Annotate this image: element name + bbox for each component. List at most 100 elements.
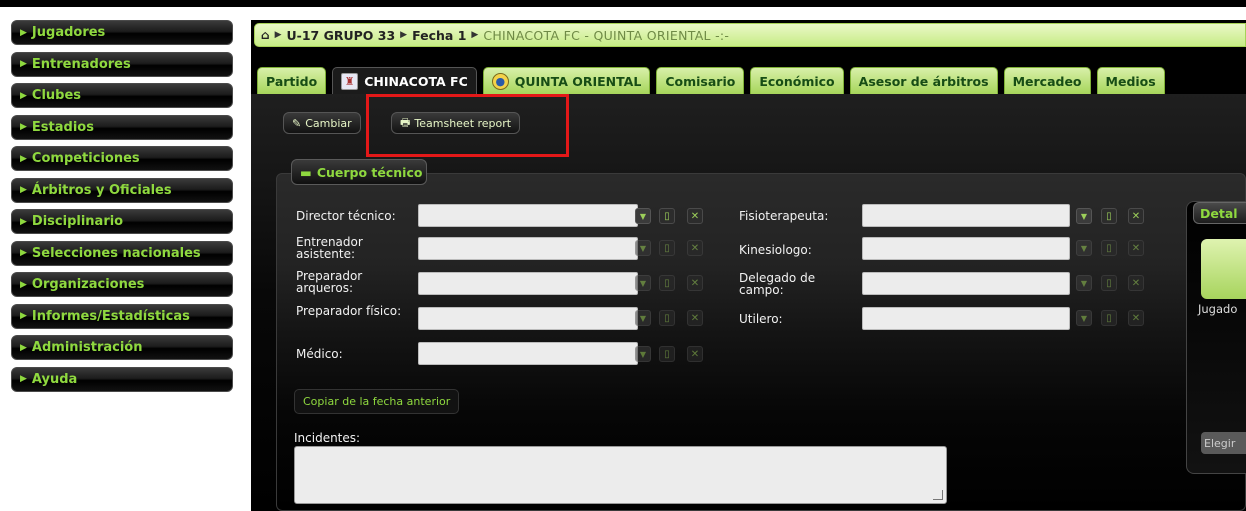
medico-clear-icon[interactable]: ✕ — [687, 346, 703, 362]
caret-right-icon: ▶ — [20, 59, 27, 69]
entrenador-input[interactable] — [418, 237, 638, 260]
sidebar-item-estadios[interactable]: ▶ Estadios — [11, 114, 233, 140]
resize-grip-icon[interactable] — [933, 490, 943, 500]
caret-right-icon: ▶ — [20, 216, 27, 227]
director-clear-icon[interactable]: ✕ — [687, 208, 703, 224]
breadcrumb-separator-icon: ▶ — [274, 30, 282, 40]
elegir-label: Elegir — [1204, 436, 1236, 450]
director-label: Director técnico: — [296, 209, 396, 223]
preparador-fisico-input[interactable] — [418, 307, 638, 330]
sidebar-item-label: Jugadores — [31, 25, 106, 40]
sidebar-item-competiciones[interactable]: ▶ Competiciones — [11, 146, 233, 171]
preparador-fisico-dropdown-icon[interactable]: ▼ — [635, 310, 651, 326]
entrenador-clear-icon[interactable]: ✕ — [687, 240, 703, 256]
minus-icon: ▬ — [300, 164, 312, 180]
delegado-clear-icon[interactable]: ✕ — [1128, 275, 1144, 291]
preparador-fisico-clipboard-icon[interactable]: ▯ — [659, 310, 675, 326]
sidebar-menu: ▶ Jugadores ▶ Entrenadores ▶ Clubes ▶ Estadi… — [11, 20, 233, 398]
kinesiologo-label: Kinesiologo: — [739, 243, 812, 257]
tab-mercadeo[interactable]: Mercadeo — [1003, 67, 1091, 94]
caret-right-icon: ▶ — [20, 374, 27, 384]
cambiar-button[interactable]: ✎ Cambiar — [283, 112, 361, 134]
home-icon[interactable]: ⌂ — [261, 28, 270, 42]
pencil-icon: ✎ — [292, 116, 302, 130]
preparador-fisico-label: Preparador físico: — [296, 304, 402, 318]
sidebar-item-clubes[interactable]: ▶ Clubes — [11, 83, 233, 108]
sidebar-item-administracion[interactable]: ▶ Administración — [11, 335, 233, 360]
sidebar-item-label: Disciplinario — [31, 214, 124, 229]
preparador-arqueros-clipboard-icon[interactable]: ▯ — [659, 275, 675, 291]
medico-dropdown-icon[interactable]: ▼ — [635, 346, 651, 362]
details-legend[interactable]: Detal — [1193, 202, 1246, 224]
preparador-fisico-clear-icon[interactable]: ✕ — [687, 310, 703, 326]
fisioterapeuta-input[interactable] — [862, 204, 1070, 227]
director-dropdown-icon[interactable]: ▼ — [635, 208, 651, 224]
sidebar-item-label: Árbitros y Oficiales — [31, 182, 172, 198]
tab-chinacota[interactable]: ♜ CHINACOTA FC — [332, 67, 477, 94]
kinesiologo-clipboard-icon[interactable]: ▯ — [1101, 240, 1117, 256]
tab-economico[interactable]: Económico — [750, 67, 844, 94]
details-title: Detal — [1200, 205, 1238, 221]
delegado-input[interactable] — [862, 272, 1070, 295]
tab-label: Partido — [266, 73, 318, 89]
breadcrumb-separator-icon: ▶ — [471, 30, 479, 40]
sidebar-item-arbitros[interactable]: ▶ Árbitros y Oficiales — [11, 177, 233, 203]
medico-input[interactable] — [418, 342, 638, 365]
breadcrumb-separator-icon: ▶ — [400, 30, 408, 40]
preparador-arqueros-dropdown-icon[interactable]: ▼ — [635, 275, 651, 291]
entrenador-clipboard-icon[interactable]: ▯ — [659, 240, 675, 256]
fisioterapeuta-clipboard-icon[interactable]: ▯ — [1101, 208, 1117, 224]
utilero-label: Utilero: — [739, 312, 783, 326]
copy-previous-label: Copiar de la fecha anterior — [303, 395, 451, 408]
utilero-clipboard-icon[interactable]: ▯ — [1101, 310, 1117, 326]
sidebar-item-entrenadores[interactable]: ▶ Entrenadores — [11, 51, 233, 77]
incidents-textarea[interactable] — [294, 446, 947, 504]
sidebar-item-disciplinario[interactable]: ▶ Disciplinario — [11, 209, 233, 234]
sidebar-item-label: Estadios — [31, 119, 94, 135]
kinesiologo-input[interactable] — [862, 237, 1070, 260]
preparador-arqueros-input[interactable] — [418, 272, 638, 295]
sidebar-item-organizaciones[interactable]: ▶ Organizaciones — [11, 272, 233, 297]
utilero-dropdown-icon[interactable]: ▼ — [1076, 310, 1092, 326]
fisioterapeuta-clear-icon[interactable]: ✕ — [1128, 208, 1144, 224]
tab-label: CHINACOTA FC — [364, 73, 468, 89]
tab-asesor[interactable]: Asesor de árbitros — [849, 67, 998, 94]
kinesiologo-clear-icon[interactable]: ✕ — [1128, 240, 1144, 256]
sidebar-item-label: Entrenadores — [31, 56, 131, 72]
tab-quinta-oriental[interactable]: ● QUINTA ORIENTAL — [482, 67, 651, 94]
sidebar-item-label: Informes/Estadísticas — [31, 308, 190, 324]
director-clipboard-icon[interactable]: ▯ — [659, 208, 675, 224]
kinesiologo-dropdown-icon[interactable]: ▼ — [1076, 240, 1092, 256]
sidebar-item-label: Ayuda — [31, 371, 78, 387]
director-input[interactable] — [418, 204, 638, 227]
staff-legend-toggle[interactable]: ▬ Cuerpo técnico — [291, 159, 427, 185]
elegir-button[interactable]: Elegir — [1201, 432, 1246, 454]
tab-medios[interactable]: Medios — [1096, 67, 1165, 94]
breadcrumb-fecha[interactable]: Fecha 1 — [412, 28, 466, 43]
medico-clipboard-icon[interactable]: ▯ — [659, 346, 675, 362]
copy-previous-button[interactable]: Copiar de la fecha anterior — [294, 389, 460, 414]
utilero-clear-icon[interactable]: ✕ — [1128, 310, 1144, 326]
main-panel: ⌂ ▶ U-17 GRUPO 33 ▶ Fecha 1 ▶ CHINACOTA … — [251, 20, 1246, 511]
team-shield-icon: ♜ — [341, 72, 359, 90]
sidebar-item-selecciones[interactable]: ▶ Selecciones nacionales — [11, 240, 233, 266]
tab-label: Mercadeo — [1012, 73, 1082, 89]
utilero-input[interactable] — [862, 307, 1070, 330]
delegado-dropdown-icon[interactable]: ▼ — [1076, 275, 1092, 291]
tab-partido[interactable]: Partido — [257, 67, 327, 94]
caret-right-icon: ▶ — [20, 342, 27, 353]
preparador-arqueros-clear-icon[interactable]: ✕ — [687, 275, 703, 291]
caret-right-icon: ▶ — [20, 122, 27, 132]
entrenador-dropdown-icon[interactable]: ▼ — [635, 240, 651, 256]
caret-right-icon: ▶ — [20, 27, 27, 38]
highlight-box — [366, 94, 569, 157]
sidebar-item-ayuda[interactable]: ▶ Ayuda — [11, 366, 233, 392]
delegado-clipboard-icon[interactable]: ▯ — [1101, 275, 1117, 291]
breadcrumb-group[interactable]: U-17 GRUPO 33 — [287, 28, 396, 43]
sidebar-item-jugadores[interactable]: ▶ Jugadores — [11, 20, 233, 45]
sidebar-item-informes[interactable]: ▶ Informes/Estadísticas — [11, 303, 233, 329]
tab-comisario[interactable]: Comisario — [656, 67, 745, 94]
fisioterapeuta-dropdown-icon[interactable]: ▼ — [1076, 208, 1092, 224]
medico-label: Médico: — [296, 347, 343, 361]
breadcrumb: ⌂ ▶ U-17 GRUPO 33 ▶ Fecha 1 ▶ CHINACOTA … — [254, 23, 1246, 47]
